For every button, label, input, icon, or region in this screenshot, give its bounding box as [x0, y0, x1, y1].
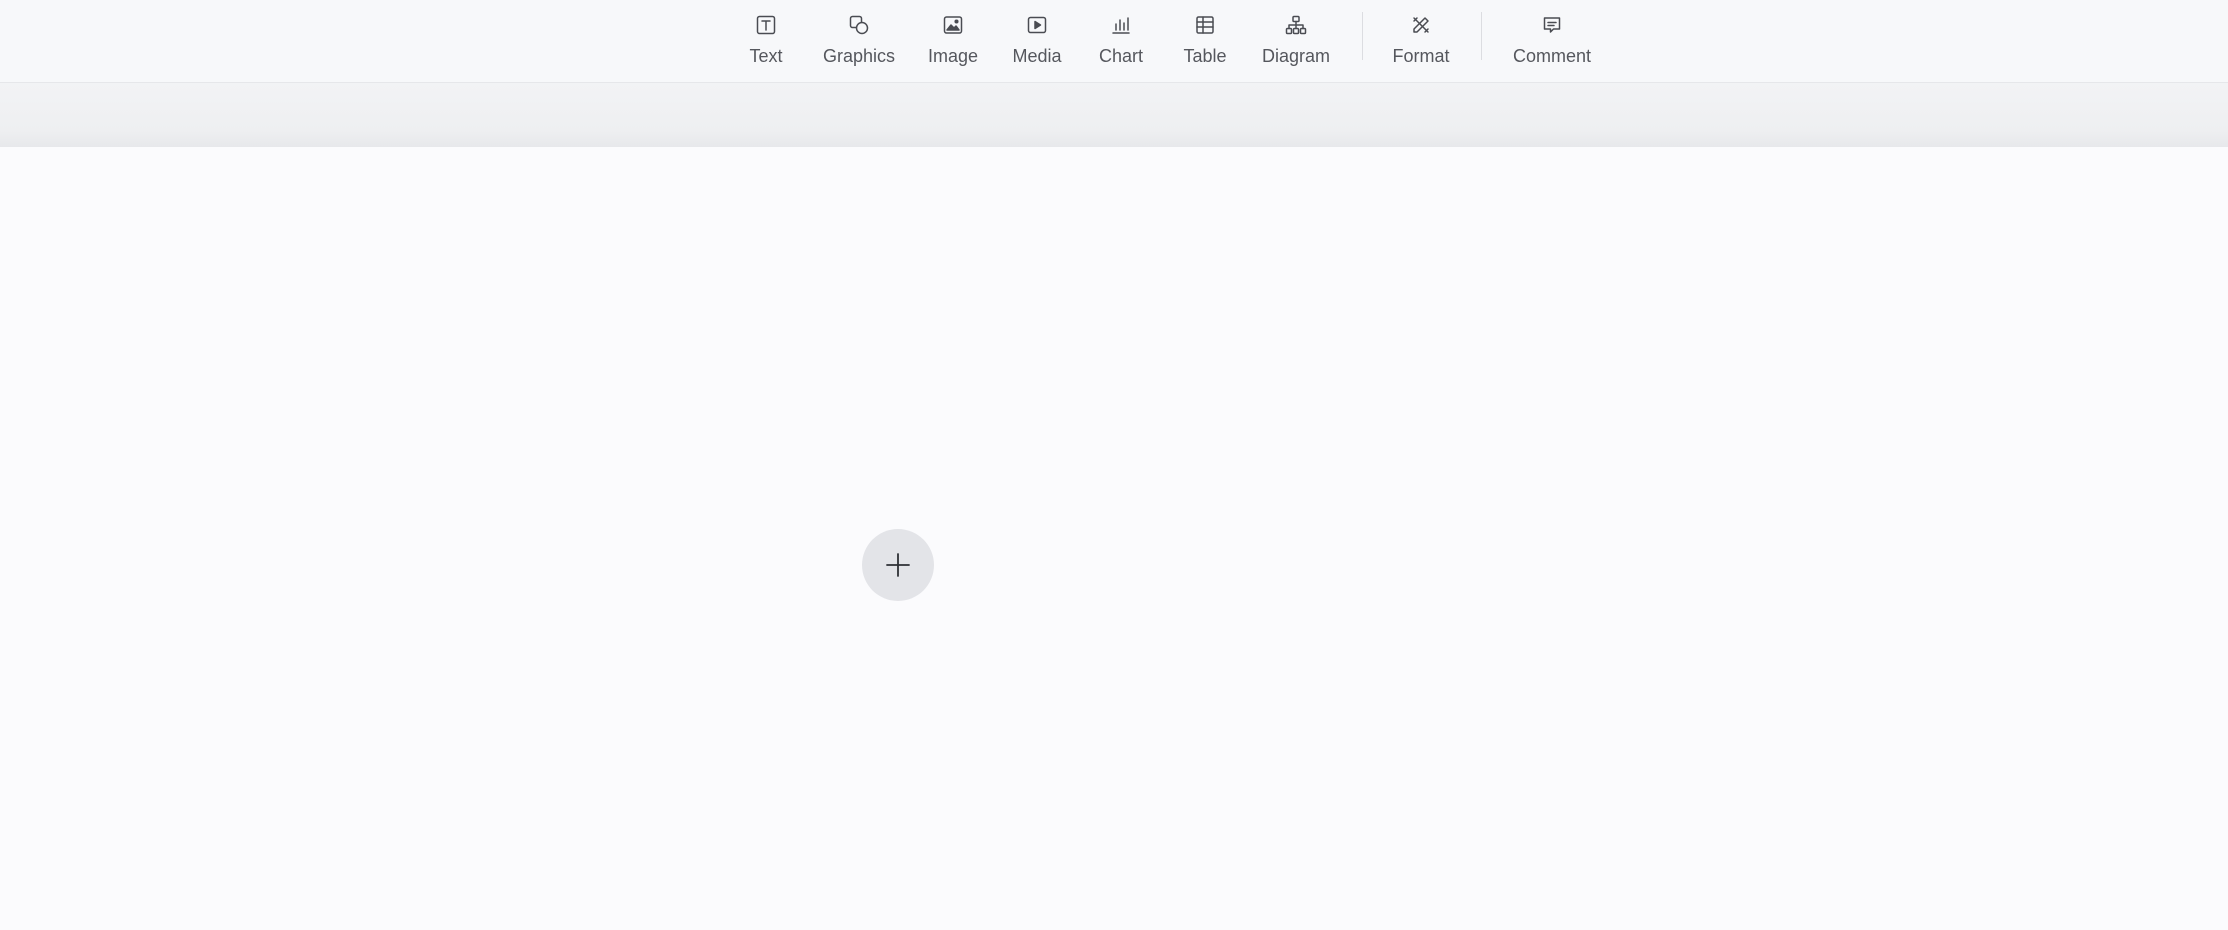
toolbar-text-button[interactable]: Text: [735, 8, 797, 70]
toolbar-divider: [1481, 12, 1482, 60]
toolbar-graphics-button[interactable]: Graphics: [812, 8, 906, 70]
plus-icon: [886, 553, 910, 577]
secondary-toolbar: [0, 83, 2228, 147]
editor-window: Text Graphics Image Media Chart Table Di…: [0, 0, 2228, 930]
toolbar-chart-label: Chart: [1098, 46, 1143, 66]
toolbar-comment-label: Comment: [1512, 46, 1592, 66]
toolbar-diagram-button[interactable]: Diagram: [1253, 8, 1339, 70]
toolbar-table-button[interactable]: Table: [1174, 8, 1236, 70]
comment-icon: [1539, 12, 1565, 38]
toolbar-divider: [1362, 12, 1363, 60]
shapes-icon: [846, 12, 872, 38]
toolbar-chart-button[interactable]: Chart: [1090, 8, 1152, 70]
table-icon: [1192, 12, 1218, 38]
toolbar-comment-button[interactable]: Comment: [1505, 8, 1599, 70]
play-icon: [1024, 12, 1050, 38]
toolbar-media-label: Media: [1012, 46, 1062, 66]
toolbar-media-button[interactable]: Media: [1006, 8, 1068, 70]
toolbar-image-button[interactable]: Image: [922, 8, 984, 70]
toolbar-text-label: Text: [749, 46, 783, 66]
toolbar-format-label: Format: [1392, 46, 1450, 66]
toolbar-graphics-label: Graphics: [822, 46, 896, 66]
toolbar-image-label: Image: [927, 46, 979, 66]
image-icon: [940, 12, 966, 38]
bar-chart-icon: [1108, 12, 1134, 38]
toolbar-diagram-label: Diagram: [1261, 46, 1331, 66]
insert-toolbar: Text Graphics Image Media Chart Table Di…: [0, 0, 2228, 83]
text-box-icon: [753, 12, 779, 38]
ruler-pencil-icon: [1408, 12, 1434, 38]
hierarchy-icon: [1283, 12, 1309, 38]
add-element-button[interactable]: [862, 529, 934, 601]
toolbar-format-button[interactable]: Format: [1385, 8, 1457, 70]
toolbar-table-label: Table: [1183, 46, 1227, 66]
